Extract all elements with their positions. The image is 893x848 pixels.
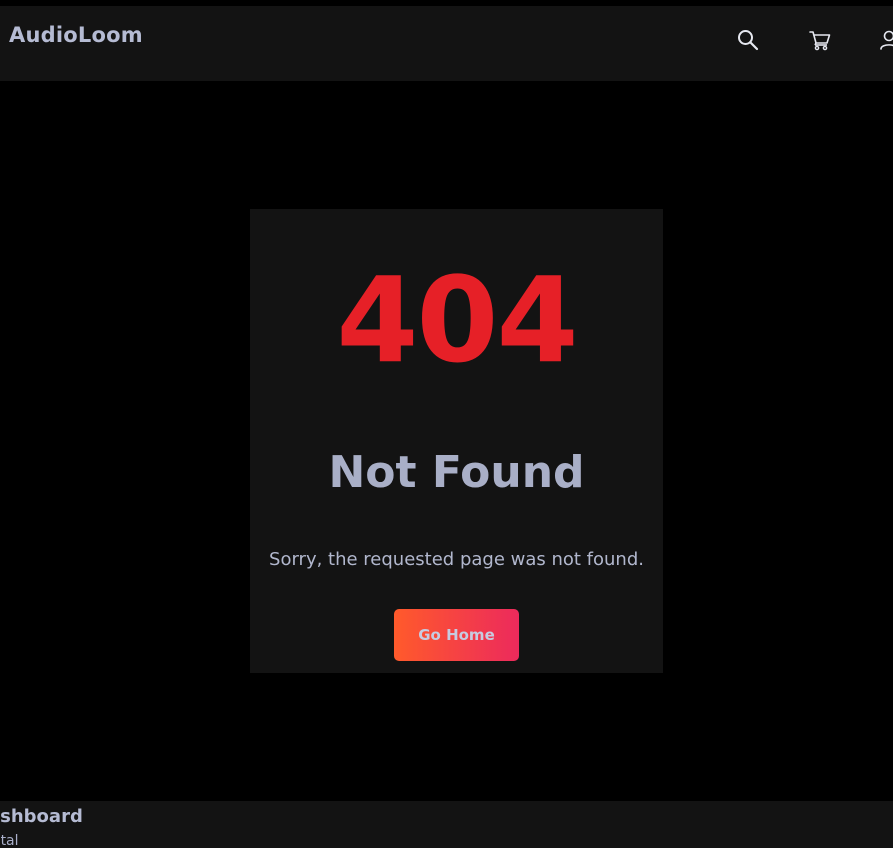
search-icon (737, 29, 759, 51)
user-account-button[interactable] (878, 27, 893, 53)
error-message: Sorry, the requested page was not found. (269, 549, 644, 570)
dashboard-panel: ashboard otal (0, 801, 893, 848)
user-icon (878, 29, 893, 51)
search-button[interactable] (735, 27, 761, 53)
error-code: 404 (336, 251, 578, 389)
error-title: Not Found (328, 447, 585, 498)
cart-icon (808, 29, 832, 51)
go-home-button[interactable]: Go Home (394, 609, 519, 661)
not-found-card: 404 Not Found Sorry, the requested page … (250, 209, 663, 673)
dashboard-subtitle: otal (0, 833, 19, 848)
dashboard-title: ashboard (0, 806, 83, 827)
brand-logo[interactable]: AudioLoom (9, 23, 143, 47)
site-header: AudioLoom (0, 6, 893, 81)
cart-button[interactable] (807, 27, 833, 53)
